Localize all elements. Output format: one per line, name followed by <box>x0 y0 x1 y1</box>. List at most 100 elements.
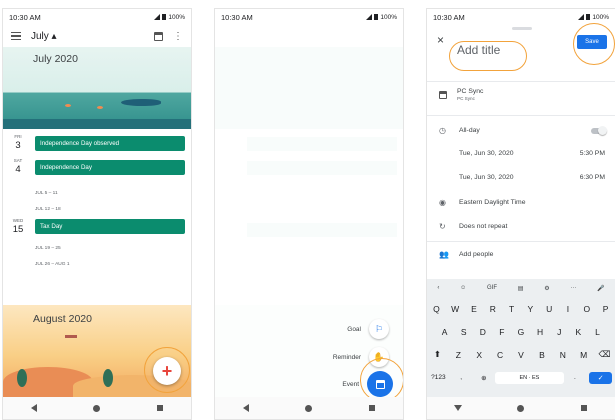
key[interactable]: W <box>446 304 465 314</box>
key[interactable]: E <box>465 304 484 314</box>
key[interactable]: C <box>490 350 511 360</box>
key[interactable]: Y <box>521 304 540 314</box>
key[interactable]: B <box>531 350 552 360</box>
key[interactable]: O <box>577 304 596 314</box>
close-icon[interactable]: × <box>437 33 444 47</box>
key[interactable]: N <box>552 350 573 360</box>
key[interactable]: D <box>473 327 492 337</box>
tree-illustration <box>103 369 113 387</box>
back-chevron-icon[interactable]: ‹ <box>437 285 439 291</box>
highlight-ring <box>144 347 190 393</box>
calendar-sub: PC Sync <box>457 96 475 101</box>
event-chip[interactable]: Independence Day observed <box>35 136 185 151</box>
end-time[interactable]: 6:30 PM <box>580 174 605 181</box>
status-bar: 10:30 AM 100% <box>215 9 403 25</box>
calendar-toolbar: July ▴ ⋮ <box>3 25 191 47</box>
key[interactable]: G <box>511 327 530 337</box>
key[interactable]: T <box>502 304 521 314</box>
key-row-4: ?123 , ⊕ EN · ES . ✓ <box>427 366 615 389</box>
clipboard-icon[interactable]: ▤ <box>518 285 524 292</box>
key[interactable]: L <box>588 327 607 337</box>
key[interactable]: R <box>483 304 502 314</box>
key[interactable]: J <box>550 327 569 337</box>
back-icon[interactable] <box>243 404 250 412</box>
key[interactable]: U <box>540 304 559 314</box>
speed-dial-goal[interactable]: Goal ⚐ <box>347 319 389 339</box>
august-banner-title: August 2020 <box>33 313 92 325</box>
july-month-banner: July 2020 <box>3 47 191 129</box>
back-icon[interactable] <box>31 404 38 412</box>
settings-gear-icon[interactable]: ⚙ <box>544 285 549 292</box>
key-row-1: Q W E R T Y U I O P <box>427 297 615 320</box>
key[interactable]: S <box>454 327 473 337</box>
end-row[interactable]: Tue, Jun 30, 2020 6:30 PM <box>427 174 615 181</box>
status-time: 10:30 AM <box>221 12 253 22</box>
timezone-row[interactable]: ◉ Eastern Daylight Time <box>427 198 615 207</box>
calendar-account-row[interactable]: PC Sync PC Sync <box>427 88 615 101</box>
symbols-key[interactable]: ?123 <box>427 374 450 381</box>
battery-level: 100% <box>592 13 609 21</box>
comma-key[interactable]: , <box>450 374 473 381</box>
system-nav-bar <box>427 397 615 419</box>
enter-key[interactable]: ✓ <box>589 371 612 384</box>
gif-button[interactable]: GIF <box>487 285 497 291</box>
speed-dial-label: Goal <box>347 325 361 333</box>
repeat-row[interactable]: ↻ Does not repeat <box>427 222 615 231</box>
fish-illustration <box>65 104 71 107</box>
microphone-icon[interactable]: 🎤 <box>597 285 604 292</box>
drag-handle[interactable] <box>512 27 532 30</box>
month-selector[interactable]: July ▴ <box>31 31 57 42</box>
key[interactable]: K <box>569 327 588 337</box>
system-nav-bar <box>215 397 403 419</box>
key[interactable]: Q <box>427 304 446 314</box>
week-header: JUL 5 – 11 <box>35 191 58 196</box>
language-globe-key[interactable]: ⊕ <box>473 374 496 382</box>
recents-icon[interactable] <box>156 405 163 411</box>
key[interactable]: P <box>596 304 615 314</box>
period-key[interactable]: . <box>564 374 587 381</box>
recents-icon[interactable] <box>580 405 587 411</box>
key[interactable]: A <box>435 327 454 337</box>
home-icon[interactable] <box>93 404 101 412</box>
hide-keyboard-icon[interactable] <box>454 405 463 411</box>
backspace-key[interactable]: ⌫ <box>594 349 615 360</box>
start-row[interactable]: Tue, Jun 30, 2020 5:30 PM <box>427 150 615 157</box>
recents-icon[interactable] <box>368 405 375 411</box>
more-options-icon[interactable]: ⋮ <box>173 31 183 42</box>
whale-illustration <box>121 99 161 106</box>
key[interactable]: M <box>573 350 594 360</box>
calendar-name: PC Sync <box>457 88 484 95</box>
key[interactable]: X <box>469 350 490 360</box>
today-calendar-icon[interactable] <box>154 31 163 41</box>
status-time: 10:30 AM <box>433 12 465 22</box>
key[interactable]: H <box>531 327 550 337</box>
menu-icon[interactable] <box>11 32 21 40</box>
space-key[interactable]: EN · ES <box>495 371 564 384</box>
more-icon[interactable]: ··· <box>570 285 576 291</box>
highlight-ring <box>573 23 615 65</box>
sticker-icon[interactable]: ☺ <box>460 285 466 291</box>
all-day-toggle[interactable] <box>591 125 607 135</box>
flag-icon[interactable]: ⚐ <box>369 319 389 339</box>
scrim-overlay[interactable] <box>215 25 403 399</box>
all-day-row[interactable]: ◷ All-day <box>427 125 615 135</box>
home-icon[interactable] <box>517 404 525 412</box>
status-time: 10:30 AM <box>9 12 41 22</box>
key[interactable]: Z <box>448 350 469 360</box>
shift-key[interactable]: ⬆ <box>427 349 448 360</box>
home-icon[interactable] <box>305 404 313 412</box>
add-people-row[interactable]: 👥 Add people <box>427 250 615 259</box>
start-time[interactable]: 5:30 PM <box>580 150 605 157</box>
event-chip[interactable]: Independence Day <box>35 160 185 175</box>
signal-icon <box>578 14 585 20</box>
week-header: JUL 19 – 25 <box>35 246 61 251</box>
system-nav-bar <box>3 397 191 419</box>
key[interactable]: I <box>559 304 578 314</box>
battery-icon <box>586 14 591 20</box>
event-chip[interactable]: Tax Day <box>35 219 185 234</box>
end-date[interactable]: Tue, Jun 30, 2020 <box>459 174 514 181</box>
new-event-screen: 10:30 AM 100% × Save Add title PC Sync PC… <box>426 8 615 420</box>
start-date[interactable]: Tue, Jun 30, 2020 <box>459 150 514 157</box>
key[interactable]: V <box>511 350 532 360</box>
key[interactable]: F <box>492 327 511 337</box>
